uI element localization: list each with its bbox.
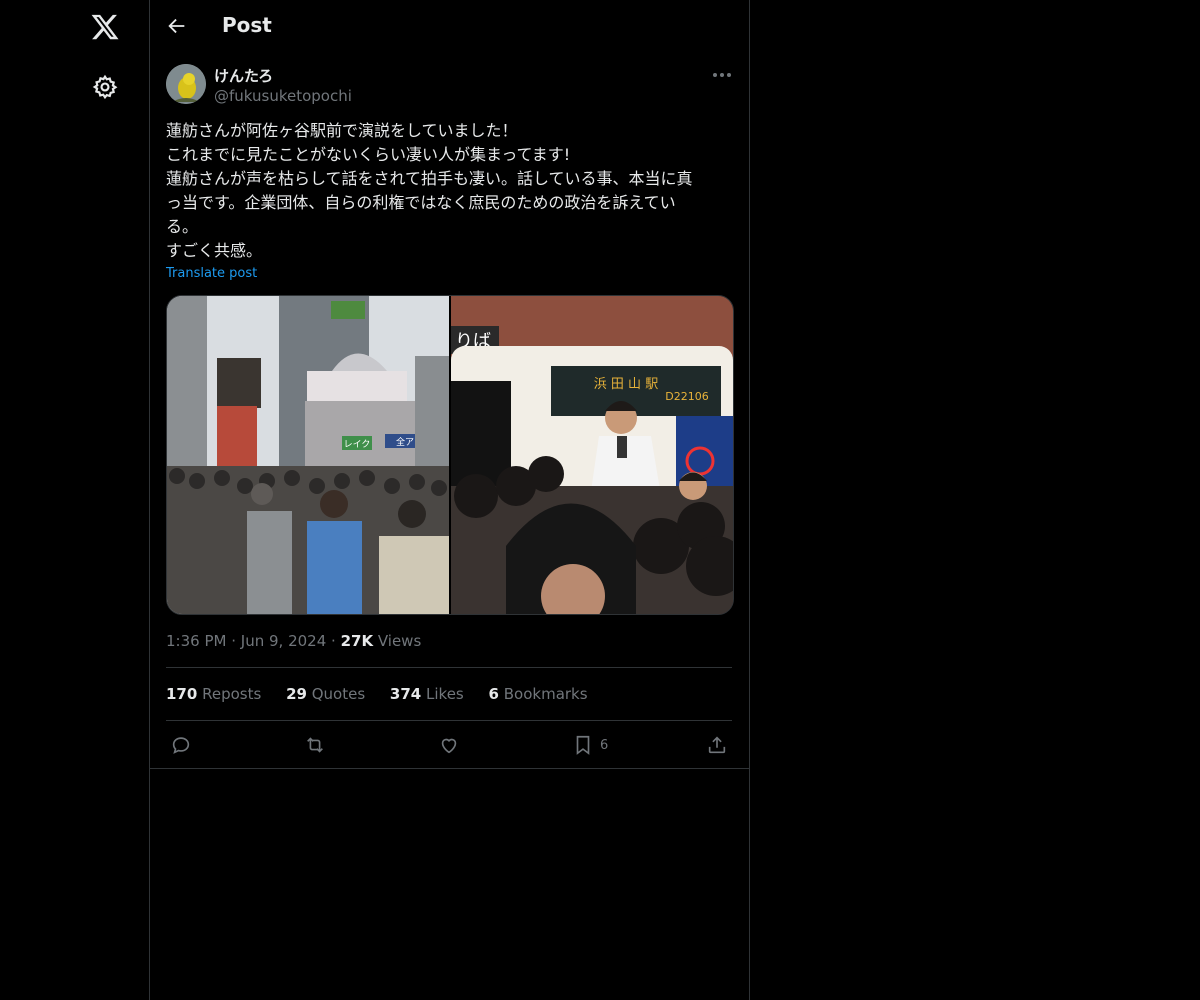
reposts-label: Reposts bbox=[202, 685, 262, 703]
bus-destination-text: 浜 田 山 駅 bbox=[594, 377, 658, 392]
quotes-stat[interactable]: 29 Quotes bbox=[286, 685, 365, 703]
post-text-line: 蓮舫さんが声を枯らして話をされて拍手も凄い。話している事、本当に真 bbox=[166, 169, 693, 188]
post-text-line: 蓮舫さんが阿佐ヶ谷駅前で演説をしていました！ bbox=[166, 121, 518, 140]
bus-number-text: D22106 bbox=[665, 390, 708, 403]
reply-icon bbox=[172, 737, 190, 754]
bookmarks-label: Bookmarks bbox=[503, 685, 588, 703]
divider bbox=[166, 667, 732, 668]
post-timestamp: 1:36 PM · Jun 9, 2024 · 27K Views bbox=[166, 632, 421, 650]
likes-label: Likes bbox=[426, 685, 464, 703]
quotes-count: 29 bbox=[286, 685, 307, 703]
post-header: Post bbox=[150, 0, 749, 53]
share-button[interactable] bbox=[706, 733, 728, 757]
heart-icon bbox=[441, 738, 457, 754]
media-grid: レイク 全ア りば 浜 田 山 駅 D22106 bbox=[166, 295, 734, 615]
page-title: Post bbox=[222, 13, 272, 37]
post-text: 蓮舫さんが阿佐ヶ谷駅前で演説をしていました！ これまでに見たことがないくらい凄い… bbox=[166, 119, 731, 263]
reposts-stat[interactable]: 170 Reposts bbox=[166, 685, 261, 703]
bookmark-icon bbox=[576, 735, 590, 755]
likes-stat[interactable]: 374 Likes bbox=[390, 685, 464, 703]
views-count: 27K bbox=[340, 632, 374, 650]
post-date[interactable]: Jun 9, 2024 bbox=[241, 632, 326, 650]
arrow-left-icon[interactable] bbox=[166, 15, 188, 37]
post-column: Post けんたろ @fukusuketopochi 蓮舫さんが阿佐ヶ谷駅前で演… bbox=[149, 0, 750, 1000]
media-image-speech[interactable]: りば 浜 田 山 駅 D22106 bbox=[451, 296, 733, 614]
reply-button[interactable] bbox=[170, 733, 192, 757]
x-logo-icon[interactable] bbox=[90, 12, 120, 42]
post-text-line: すごく共感。 bbox=[166, 241, 263, 260]
post-text-line: これまでに見たことがないくらい凄い人が集まってます! bbox=[166, 145, 571, 164]
bookmarks-count: 6 bbox=[488, 685, 499, 703]
author-handle[interactable]: @fukusuketopochi bbox=[214, 87, 352, 105]
repost-button[interactable] bbox=[304, 733, 326, 757]
bookmark-button[interactable]: 6 bbox=[572, 733, 608, 757]
post-stats: 170 Reposts 29 Quotes 374 Likes 6 Bookma… bbox=[166, 685, 608, 703]
bookmark-action-count: 6 bbox=[600, 737, 609, 753]
like-button[interactable] bbox=[438, 733, 460, 757]
sign-text: レイク bbox=[344, 439, 371, 450]
reposts-count: 170 bbox=[166, 685, 198, 703]
sidebar bbox=[0, 0, 149, 1000]
author-name[interactable]: けんたろ bbox=[214, 65, 273, 86]
gear-icon[interactable] bbox=[92, 74, 118, 100]
post-time[interactable]: 1:36 PM bbox=[166, 632, 226, 650]
translate-post-link[interactable]: Translate post bbox=[166, 266, 257, 281]
repost-icon bbox=[307, 737, 323, 753]
avatar-image bbox=[166, 64, 206, 104]
views-label: Views bbox=[377, 632, 422, 650]
more-horizontal-icon[interactable] bbox=[710, 66, 734, 84]
media-image-street-crowd[interactable]: レイク 全ア bbox=[167, 296, 449, 614]
post-text-line: る。 bbox=[166, 217, 199, 236]
divider bbox=[150, 768, 749, 769]
divider bbox=[166, 720, 732, 721]
likes-count: 374 bbox=[389, 685, 422, 703]
quotes-label: Quotes bbox=[311, 685, 366, 703]
post-text-line: っ当です。企業団体、自らの利権ではなく庶民のための政治を訴えてい bbox=[166, 193, 676, 212]
sign-text: 全ア bbox=[396, 436, 414, 448]
share-icon bbox=[708, 736, 726, 754]
separator-dot: · bbox=[231, 632, 241, 650]
bookmarks-stat[interactable]: 6 Bookmarks bbox=[489, 685, 588, 703]
separator-dot: · bbox=[331, 632, 341, 650]
action-bar: 6 bbox=[166, 733, 732, 757]
avatar[interactable] bbox=[166, 64, 206, 104]
